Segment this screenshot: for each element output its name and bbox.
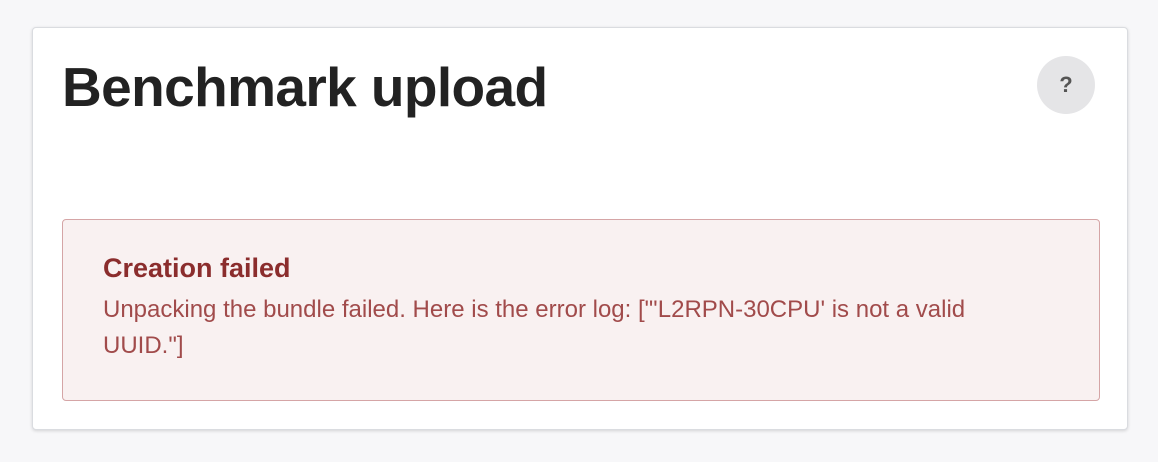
page-title: Benchmark upload (62, 56, 548, 118)
error-alert: Creation failed Unpacking the bundle fai… (62, 219, 1100, 401)
alert-message: Unpacking the bundle failed. Here is the… (103, 296, 966, 359)
help-button[interactable]: ? (1037, 56, 1095, 114)
question-mark-icon: ? (1059, 72, 1073, 97)
alert-title: Creation failed (103, 253, 291, 283)
benchmark-upload-card: Benchmark upload ? Creation failed Unpac… (32, 27, 1128, 430)
